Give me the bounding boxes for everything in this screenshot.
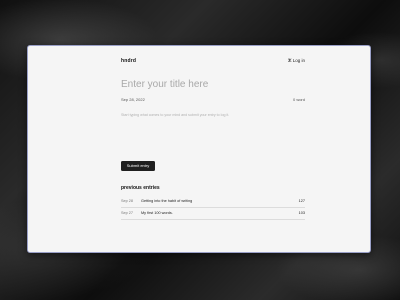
list-item-title: Getting into the habit of writing	[141, 199, 193, 203]
list-item-word-count: 127	[298, 199, 305, 203]
login-link[interactable]: ⵣ Log in	[288, 58, 305, 64]
list-item-date: Sep 28	[121, 199, 134, 203]
list-item-date: Sep 27	[121, 211, 134, 215]
previous-entries-list: Sep 28 Getting into the habit of writing…	[121, 196, 305, 220]
word-count: 0 word	[292, 97, 305, 102]
logo[interactable]: hndrd	[121, 58, 136, 64]
entry-body-input[interactable]: Start typing what comes to your mind and…	[121, 113, 305, 117]
list-item[interactable]: Sep 28 Getting into the habit of writing…	[121, 196, 305, 208]
list-item-title: My first 100 words.	[141, 211, 173, 215]
submit-entry-button[interactable]: Submit entry	[121, 161, 155, 171]
entry-date: Sep 28, 2022	[121, 97, 145, 102]
list-item[interactable]: Sep 27 My first 100 words. 103	[121, 208, 305, 220]
title-input[interactable]: Enter your title here	[121, 79, 305, 90]
previous-entries-heading: previous entries	[121, 185, 160, 191]
list-item-word-count: 103	[298, 211, 305, 215]
app-window: hndrd ⵣ Log in Enter your title here Sep…	[27, 45, 371, 253]
